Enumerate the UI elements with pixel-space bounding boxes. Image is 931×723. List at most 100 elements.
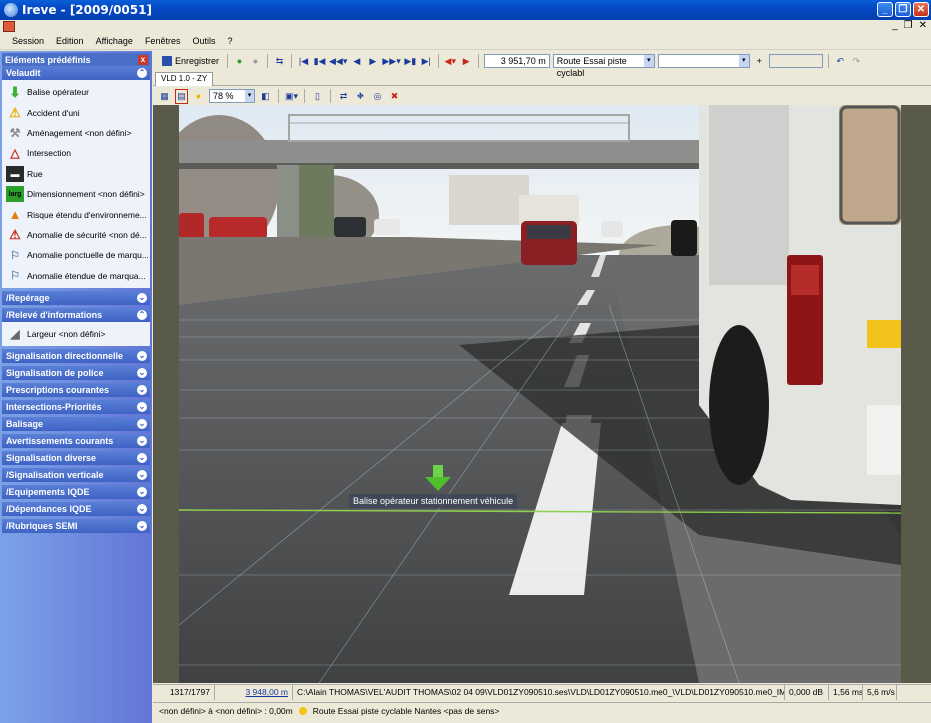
undo-icon[interactable]: ↶ — [834, 54, 847, 69]
expand-icon[interactable]: ⌄ — [137, 385, 147, 396]
warning-icon: ⚠ — [9, 104, 21, 120]
section-11[interactable]: /Equipements IQDE ⌄ — [2, 485, 150, 500]
next-marker-icon[interactable]: ▶▮ — [404, 54, 417, 69]
list-item-label: Anomalie de sécurité <non dé... — [27, 229, 147, 240]
list-item[interactable]: larg Dimensionnement <non défini> — [2, 184, 150, 204]
forward-icon[interactable]: ● — [249, 54, 262, 69]
annotation-label[interactable]: Balise opérateur stationnement véhicule — [349, 494, 518, 508]
add-icon[interactable]: + — [753, 54, 766, 69]
mdi-restore-button[interactable]: ❐ — [904, 20, 913, 31]
redo-icon[interactable]: ↷ — [850, 54, 863, 69]
expand-icon[interactable]: ⌄ — [137, 487, 147, 498]
expand-icon[interactable]: ⌄ — [137, 292, 147, 303]
list-item[interactable]: ◢ Largeur <non défini> — [2, 324, 150, 344]
list-item[interactable]: ▲ Risque étendu d'environneme... — [2, 204, 150, 224]
section-4[interactable]: Signalisation de police ⌄ — [2, 366, 150, 381]
expand-icon[interactable]: ⌄ — [137, 419, 147, 430]
section-13[interactable]: /Rubriques SEMI ⌄ — [2, 519, 150, 534]
chevron-down-icon: ▾ — [738, 55, 749, 67]
route-select[interactable]: Route Essai piste cyclabl ▾ — [552, 54, 655, 78]
calc-icon[interactable]: ▤ — [175, 88, 188, 104]
sync-icon[interactable]: ⇆ — [273, 54, 286, 69]
minimize-button[interactable]: _ — [877, 2, 893, 17]
arrows-icon[interactable]: ⇄ — [337, 89, 350, 104]
last-icon[interactable]: ▶| — [420, 54, 433, 69]
remove-marker-icon[interactable]: ✖ — [388, 89, 401, 104]
window-title: Ireve - [2009/0051] — [22, 3, 152, 17]
expand-icon[interactable]: ⌄ — [137, 470, 147, 481]
expand-icon[interactable]: ⌄ — [137, 368, 147, 379]
road-photo[interactable] — [179, 105, 901, 683]
menu-edition[interactable]: Edition — [50, 34, 90, 49]
fast-forward-icon[interactable]: ▶▶▾ — [382, 54, 400, 69]
restore-button[interactable]: ❐ — [895, 2, 911, 17]
list-item[interactable]: ⚠ Anomalie de sécurité <non dé... — [2, 225, 150, 245]
save-button[interactable]: Enregistrer — [159, 54, 222, 69]
section-2[interactable]: /Relevé d'informations ⌃ — [2, 307, 150, 322]
image-path: C:\Alain THOMAS\VEL'AUDIT THOMAS\02 04 0… — [293, 685, 785, 700]
first-icon[interactable]: |◀ — [297, 54, 310, 69]
menu-session[interactable]: Session — [6, 34, 50, 49]
section-9[interactable]: Signalisation diverse ⌄ — [2, 451, 150, 466]
mdi-close-button[interactable]: ✕ — [919, 20, 927, 31]
section-5[interactable]: Prescriptions courantes ⌄ — [2, 383, 150, 398]
section-1[interactable]: /Repérage ⌄ — [2, 290, 150, 305]
section-8[interactable]: Avertissements courants ⌄ — [2, 434, 150, 449]
menu-help[interactable]: ? — [221, 34, 238, 49]
expand-icon[interactable]: ⌄ — [137, 453, 147, 464]
distance-field[interactable]: 3 951,70 m — [483, 54, 550, 68]
image-viewer[interactable]: Balise opérateur stationnement véhicule — [153, 105, 931, 683]
green-arrow-icon: ⬇ — [9, 83, 21, 100]
close-button[interactable]: ✕ — [913, 2, 929, 17]
list-item[interactable]: △ Intersection — [2, 143, 150, 163]
section-10[interactable]: /Signalisation verticale ⌄ — [2, 468, 150, 483]
collapse-icon[interactable]: ⌃ — [137, 68, 147, 78]
page-icon[interactable]: ▯ — [311, 89, 324, 104]
globe-icon[interactable]: ◎ — [371, 89, 384, 104]
mdi-minimize-button[interactable]: _ — [892, 20, 898, 31]
title-bar: Ireve - [2009/0051] _ ❐ ✕ — [0, 0, 931, 20]
menu-affichage[interactable]: Affichage — [90, 34, 139, 49]
expand-icon[interactable]: ⌄ — [137, 521, 147, 532]
secondary-select[interactable]: ▾ — [657, 54, 750, 68]
list-item[interactable]: ⚐ Anomalie étendue de marqua... — [2, 266, 150, 286]
zoom-select[interactable]: 78 % ▾ — [209, 89, 255, 103]
extra-field[interactable] — [768, 54, 823, 68]
red-back-icon[interactable]: ◀▾ — [444, 54, 457, 69]
light-icon[interactable]: ● — [192, 89, 205, 104]
fast-rewind-icon[interactable]: ◀◀▾ — [329, 54, 347, 69]
marking-icon: ⚐ — [10, 249, 20, 262]
distance-link[interactable]: 3 948,00 m — [215, 685, 293, 700]
section-7[interactable]: Balisage ⌄ — [2, 417, 150, 432]
menu-fenetres[interactable]: Fenêtres — [139, 34, 187, 49]
prev-marker-icon[interactable]: ▮◀ — [313, 54, 326, 69]
play-icon[interactable]: ▶ — [366, 54, 379, 69]
step-back-icon[interactable]: ◀ — [350, 54, 363, 69]
section-12[interactable]: /Dépendances IQDE ⌄ — [2, 502, 150, 517]
list-item[interactable]: ⚒ Aménagement <non défini> — [2, 123, 150, 143]
intersection-icon: △ — [10, 146, 20, 161]
tab-vld[interactable]: VLD 1.0 - ZY — [155, 72, 214, 86]
list-item[interactable]: ▬ Rue — [2, 164, 150, 184]
expand-icon[interactable]: ⌄ — [137, 402, 147, 413]
close-panel-icon[interactable]: x — [138, 54, 148, 65]
section-3[interactable]: Signalisation directionnelle ⌄ — [2, 349, 150, 364]
list-item[interactable]: ⚐ Anomalie ponctuelle de marqu... — [2, 245, 150, 265]
back-icon[interactable]: ● — [233, 54, 246, 69]
list-item[interactable]: ⬇ Balise opérateur — [2, 82, 150, 102]
list-item[interactable]: ⚠ Accident d'uni — [2, 102, 150, 122]
expand-icon[interactable]: ⌄ — [137, 504, 147, 515]
grid-icon[interactable]: ▦ — [158, 89, 171, 104]
red-forward-icon[interactable]: ▶ — [460, 54, 473, 69]
collapse-icon[interactable]: ⌃ — [137, 309, 147, 320]
view-toolbar: ▦ ▤ ● 78 % ▾ ◧ ▣▾ ▯ ⇄ ⛖ ◎ ✖ — [153, 87, 931, 105]
menu-outils[interactable]: Outils — [186, 34, 221, 49]
contrast-icon[interactable]: ◧ — [259, 89, 272, 104]
section-6[interactable]: Intersections-Priorités ⌄ — [2, 400, 150, 415]
document-icon[interactable] — [3, 21, 15, 32]
section-0[interactable]: Velaudit ⌃ — [2, 66, 150, 80]
expand-icon[interactable]: ⌄ — [137, 436, 147, 447]
expand-icon[interactable]: ⌄ — [137, 351, 147, 362]
layout-icon[interactable]: ▣▾ — [285, 89, 298, 104]
road-view-icon[interactable]: ⛖ — [354, 89, 367, 104]
